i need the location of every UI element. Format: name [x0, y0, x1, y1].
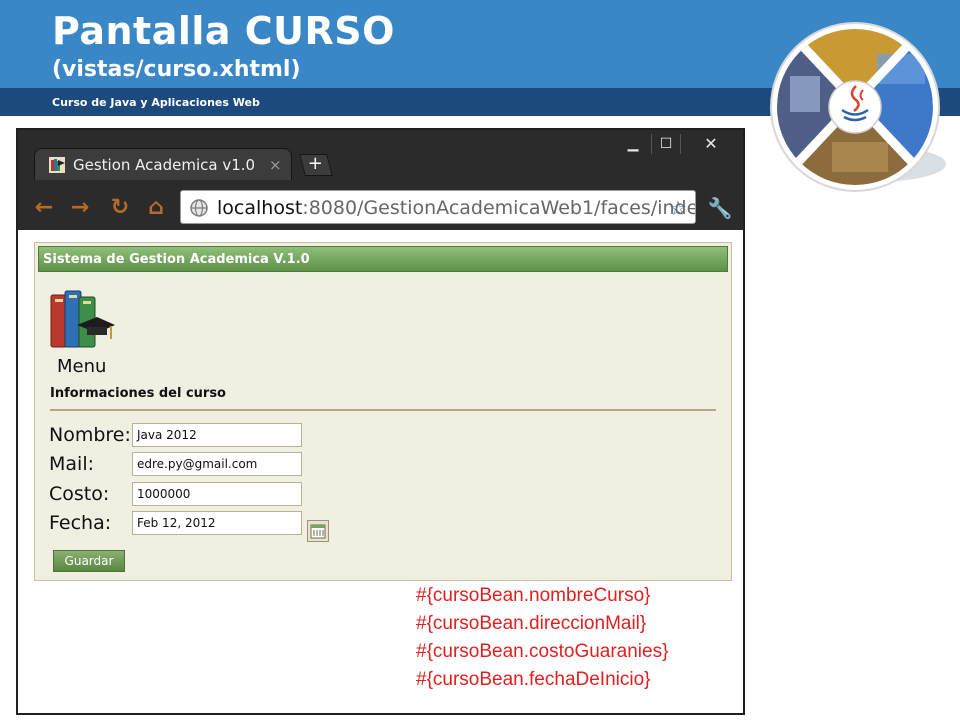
menu-label[interactable]: Menu	[57, 355, 106, 379]
mail-label: Mail:	[49, 453, 94, 475]
tab-close-icon[interactable]: ×	[269, 155, 282, 175]
address-host: localhost	[217, 197, 303, 219]
guardar-button[interactable]: Guardar	[53, 550, 125, 572]
fecha-input[interactable]: Feb 12, 2012	[132, 511, 302, 535]
browser-chrome: ▁ ☐ ✕ Gestion Academica v1.0 × + ← → ↻ ⌂	[18, 130, 743, 230]
bean-expression: #{cursoBean.costoGuaranies}	[416, 641, 669, 662]
home-button[interactable]: ⌂	[142, 194, 170, 222]
slide-subtitle: (vistas/curso.xhtml)	[52, 57, 301, 82]
section-divider	[50, 409, 716, 411]
bean-expression: #{cursoBean.nombreCurso}	[416, 585, 651, 606]
favicon-icon	[49, 157, 65, 173]
window-maximize-button[interactable]: ☐	[651, 134, 681, 154]
nombre-label: Nombre:	[49, 424, 131, 446]
calendar-button[interactable]	[307, 520, 329, 542]
browser-screenshot: ▁ ☐ ✕ Gestion Academica v1.0 × + ← → ↻ ⌂	[16, 128, 745, 715]
back-button[interactable]: ←	[30, 194, 58, 222]
costo-input[interactable]: 1000000	[132, 482, 302, 506]
bookmark-star-icon[interactable]: ☆	[669, 196, 687, 220]
calendar-icon	[310, 524, 326, 539]
slide: Pantalla CURSO (vistas/curso.xhtml) Curs…	[0, 0, 960, 720]
window-close-button[interactable]: ✕	[684, 134, 738, 154]
section-title: Informaciones del curso	[50, 386, 226, 401]
panel-header: Sistema de Gestion Academica V.1.0	[38, 246, 728, 272]
tab-title: Gestion Academica v1.0	[73, 156, 256, 174]
address-text: localhost:8080/GestionAcademicaWeb1/face…	[217, 196, 696, 220]
nombre-input[interactable]: Java 2012	[132, 423, 302, 447]
panel-header-title: Sistema de Gestion Academica V.1.0	[43, 252, 310, 267]
java-logo	[770, 22, 946, 192]
bean-expression: #{cursoBean.direccionMail}	[416, 613, 647, 634]
costo-label: Costo:	[49, 483, 110, 505]
globe-icon	[190, 199, 208, 217]
books-icon[interactable]	[47, 285, 117, 353]
slide-title: Pantalla CURSO	[52, 9, 395, 53]
slide-caption: Curso de Java y Aplicaciones Web	[52, 96, 260, 109]
new-tab-button[interactable]: +	[299, 153, 333, 176]
mail-input[interactable]: edre.py@gmail.com	[132, 452, 302, 476]
forward-button[interactable]: →	[66, 194, 94, 222]
bean-expression: #{cursoBean.fechaDeInicio}	[416, 669, 651, 690]
window-minimize-button[interactable]: ▁	[618, 134, 648, 154]
wrench-menu-icon[interactable]: 🔧	[706, 194, 734, 222]
web-page: Sistema de Gestion Academica V.1.0 Menu …	[18, 230, 743, 713]
fecha-label: Fecha:	[49, 512, 112, 534]
app-panel: Sistema de Gestion Academica V.1.0 Menu …	[34, 242, 732, 581]
browser-tab[interactable]: Gestion Academica v1.0 ×	[34, 148, 292, 180]
plus-icon: +	[308, 153, 324, 174]
address-bar[interactable]: localhost:8080/GestionAcademicaWeb1/face…	[180, 190, 696, 224]
reload-button[interactable]: ↻	[106, 194, 134, 222]
address-path: :8080/GestionAcademicaWeb1/faces/inde	[302, 197, 696, 219]
